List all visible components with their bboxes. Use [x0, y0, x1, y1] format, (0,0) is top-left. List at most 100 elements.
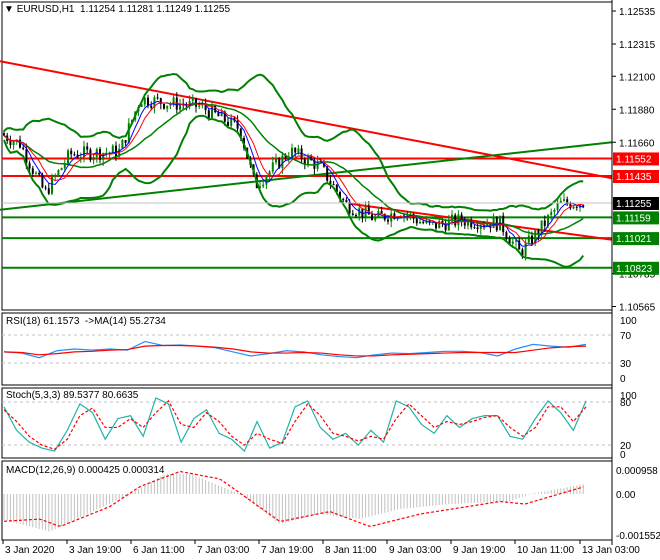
candle-body [291, 147, 293, 158]
candle-body [54, 175, 57, 177]
candle-body [505, 232, 508, 239]
candle-body [195, 98, 197, 107]
macd-tick-label: -0.001552 [616, 531, 660, 542]
candle-body [281, 155, 284, 169]
candle-body [198, 105, 201, 107]
bollinger-upper [3, 72, 584, 212]
candle-body [531, 235, 533, 244]
candle-body [374, 216, 377, 221]
trendline [0, 60, 613, 180]
candle-body [271, 162, 274, 172]
candle-body [438, 221, 441, 229]
stoch-tick-label: 0 [620, 450, 626, 461]
price-tick-label: 1.10565 [619, 303, 656, 314]
candle-body [307, 156, 309, 165]
candle-body [35, 172, 37, 174]
bollinger-middle [3, 102, 584, 236]
time-tick-label: 9 Jan 19:00 [453, 545, 506, 556]
time-tick-label: 7 Jan 19:00 [261, 545, 314, 556]
candle-body [124, 139, 127, 143]
candle-body [550, 211, 553, 216]
rsi-tick-label: 70 [620, 331, 632, 342]
candle-body [473, 227, 476, 229]
candle-body [38, 172, 41, 175]
candle-body [415, 218, 418, 224]
time-tick-label: 9 Jan 03:00 [389, 545, 442, 556]
ohlc-label: 1.11254 1.11281 1.11249 1.11255 [80, 4, 231, 15]
bollinger-lower [3, 114, 585, 268]
price-tick-label: 1.12315 [619, 40, 656, 51]
candle-body [387, 219, 389, 222]
candle-body [342, 199, 345, 201]
candle-body [47, 188, 50, 194]
time-tick-label: 8 Jan 11:00 [325, 545, 377, 556]
candle-body [31, 168, 34, 174]
chart-window[interactable]: 1.12535 1.12315 1.12100 1.11880 1.11660 1.107… [0, 0, 660, 560]
candle-body [166, 105, 169, 109]
price-tag-label: 1.11021 [616, 234, 652, 245]
candle-body [390, 213, 393, 222]
candle-body [12, 141, 15, 146]
candle-body [467, 219, 469, 226]
price-tick-label: 1.12535 [619, 7, 656, 18]
candle-body [92, 157, 95, 161]
candle-body [556, 203, 559, 210]
candle-body [22, 147, 25, 150]
stoch-tick-label: 80 [620, 398, 632, 409]
candle-body [476, 227, 479, 230]
candle-body [9, 140, 12, 146]
candle-body [121, 139, 124, 149]
stoch-k-line [3, 397, 587, 453]
candle-body [79, 157, 82, 159]
candle-body [527, 235, 530, 243]
candle-body [179, 104, 181, 110]
candle-body [115, 145, 117, 157]
price-tick-label: 1.12100 [619, 72, 656, 83]
candle-body [163, 103, 165, 109]
candle-body [492, 217, 495, 229]
time-tick-label: 6 Jan 11:00 [133, 545, 185, 556]
candle-body [294, 147, 297, 153]
candle-body [351, 213, 354, 216]
candle-body [150, 105, 153, 108]
rsi-line [3, 340, 587, 359]
candle-body [89, 149, 92, 161]
candle-body [28, 163, 31, 169]
chart-canvas[interactable]: 1.125351.123151.121001.118801.116601.107… [0, 0, 660, 560]
candle-body [191, 98, 194, 101]
candle-body [422, 221, 425, 223]
time-tick-label: 7 Jan 03:00 [197, 545, 250, 556]
candle-body [67, 150, 69, 164]
stoch-title: Stoch(5,3,3) 89.5377 80.6635 [6, 390, 139, 401]
price-tag-label: 1.11255 [616, 199, 652, 210]
candle-body [524, 242, 527, 256]
candle-body [575, 206, 578, 208]
candle-body [207, 110, 210, 118]
time-tick-label: 3 Jan 19:00 [69, 545, 122, 556]
rsi-tick-label: 0 [620, 374, 626, 385]
candle-body [44, 187, 47, 189]
candle-body [563, 199, 565, 201]
price-tag-label: 1.11435 [616, 172, 652, 183]
candle-body [86, 146, 89, 150]
macd-title: MACD(12,26,9) 0.000425 0.000314 [6, 465, 165, 476]
price-tick-label: 1.11880 [619, 105, 655, 116]
candle-body [73, 154, 76, 156]
macd-tick-label: 0.000958 [616, 466, 658, 477]
candle-body [451, 214, 453, 220]
macd-tick-label: 0.00 [616, 490, 636, 501]
time-tick-label: 13 Jan 03:00 [582, 545, 640, 556]
rsi-title: RSI(18) 61.1573 ->MA(14) 55.2734 [6, 316, 166, 327]
candle-body [543, 220, 546, 226]
candle-body [275, 158, 277, 163]
candle-body [367, 206, 370, 215]
candle-body [214, 105, 217, 113]
candle-body [511, 241, 514, 244]
candle-body [156, 97, 159, 99]
candle-body [393, 213, 396, 220]
symbol-label: EURUSD,H1 [16, 4, 75, 15]
candle-body [572, 206, 575, 209]
candle-body [297, 148, 300, 153]
candle-body [371, 214, 373, 221]
price-tag-label: 1.11552 [616, 154, 652, 165]
